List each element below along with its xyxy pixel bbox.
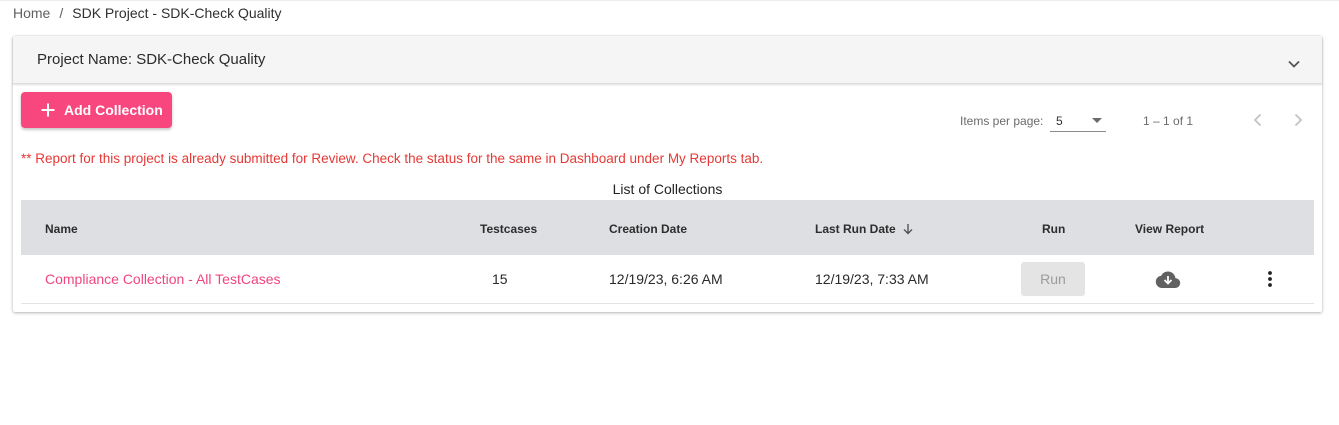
header-creation-date[interactable]: Creation Date — [609, 222, 687, 236]
project-panel-header[interactable]: Project Name: SDK-Check Quality — [13, 36, 1322, 84]
more-vert-icon[interactable] — [1260, 269, 1280, 289]
breadcrumb-current: SDK Project - SDK-Check Quality — [72, 5, 282, 21]
table-header-row: Name Testcases Creation Date Last Run Da… — [21, 200, 1314, 255]
next-page-icon[interactable] — [1286, 108, 1310, 132]
header-testcases[interactable]: Testcases — [480, 222, 537, 236]
header-view-report: View Report — [1135, 222, 1205, 236]
breadcrumb-home[interactable]: Home — [13, 5, 50, 21]
items-per-page-select[interactable]: 5 — [1050, 108, 1106, 132]
run-button[interactable]: Run — [1021, 262, 1085, 296]
project-name-title: Project Name: SDK-Check Quality — [37, 51, 266, 68]
project-card: Project Name: SDK-Check Quality Add Coll… — [13, 36, 1322, 312]
testcases-count: 15 — [492, 271, 508, 287]
dropdown-arrow-icon — [1092, 118, 1102, 123]
breadcrumb: Home / SDK Project - SDK-Check Quality — [13, 5, 282, 21]
header-last-run-date[interactable]: Last Run Date — [815, 222, 914, 236]
header-name[interactable]: Name — [45, 222, 78, 236]
arrow-down-icon — [903, 224, 913, 235]
header-run: Run — [1042, 222, 1066, 236]
table-row: Compliance Collection - All TestCases 15… — [21, 255, 1314, 304]
items-per-page-label: Items per page: — [960, 114, 1044, 128]
page-range-label: 1 – 1 of 1 — [1143, 114, 1194, 128]
add-collection-label: Add Collection — [64, 102, 163, 118]
items-per-page-value: 5 — [1056, 114, 1063, 128]
top-divider — [0, 0, 1339, 1]
creation-date-cell: 12/19/23, 6:26 AM — [609, 271, 723, 287]
table-caption: List of Collections — [612, 181, 723, 197]
previous-page-icon[interactable] — [1246, 108, 1270, 132]
header-last-run-date-label: Last Run Date — [815, 222, 896, 236]
plus-icon — [41, 103, 55, 117]
add-collection-button[interactable]: Add Collection — [21, 92, 172, 128]
breadcrumb-separator: / — [59, 5, 64, 21]
chevron-down-icon[interactable] — [1286, 56, 1302, 72]
report-submitted-warning: ** Report for this project is already su… — [21, 151, 764, 166]
cloud-download-icon[interactable] — [1155, 270, 1181, 290]
last-run-date-cell: 12/19/23, 7:33 AM — [815, 271, 929, 287]
collection-name-link[interactable]: Compliance Collection - All TestCases — [45, 271, 281, 287]
